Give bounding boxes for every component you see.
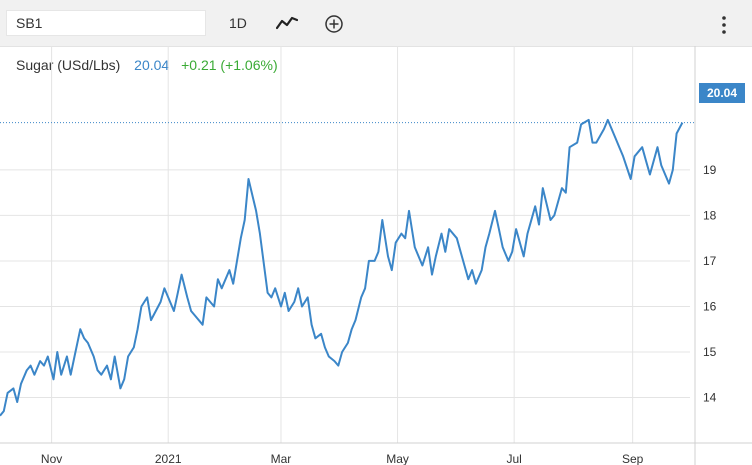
y-tick-label: 18: [703, 208, 717, 222]
more-options-icon[interactable]: [720, 15, 728, 35]
y-tick-label: 17: [703, 254, 717, 268]
y-tick-label: 15: [703, 345, 717, 359]
line-chart-icon[interactable]: [276, 15, 298, 31]
x-tick-label: May: [386, 452, 409, 465]
x-tick-label: Mar: [271, 452, 292, 465]
x-tick-label: 2021: [155, 452, 182, 465]
symbol-input[interactable]: SB1: [6, 10, 206, 36]
x-tick-label: Nov: [41, 452, 62, 465]
y-tick-label: 19: [703, 163, 717, 177]
x-tick-label: Sep: [622, 452, 644, 465]
add-indicator-icon[interactable]: [324, 14, 344, 34]
price-chart[interactable]: 14 15 16 17 18 19 Nov 2021 Mar May Jul Sep: [0, 46, 752, 465]
x-tick-label: Jul: [506, 452, 521, 465]
chart-toolbar: SB1 1D: [0, 0, 752, 47]
y-tick-label: 16: [703, 299, 717, 313]
last-price-tag: 20.04: [699, 83, 745, 103]
price-series-line: [0, 118, 684, 417]
y-tick-label: 14: [703, 390, 717, 404]
interval-button[interactable]: 1D: [229, 15, 247, 31]
